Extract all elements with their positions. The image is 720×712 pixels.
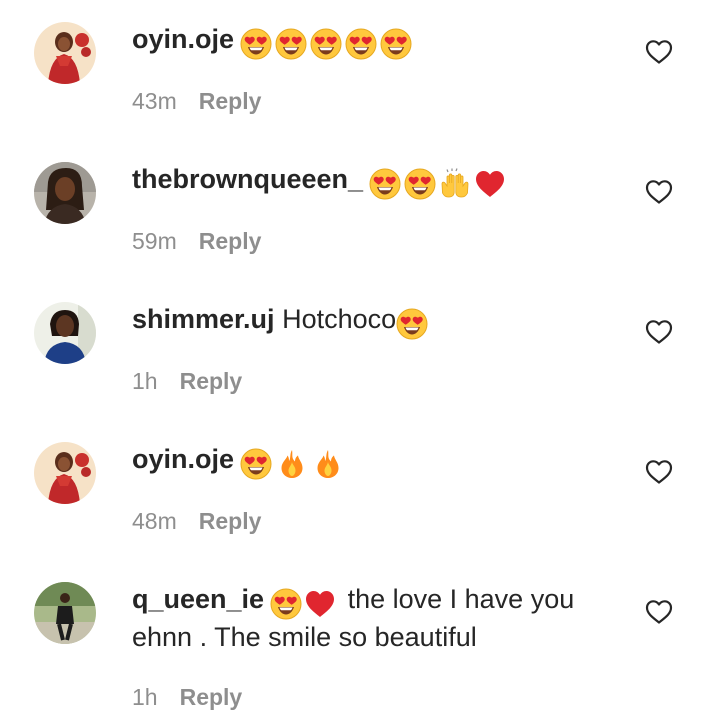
raised-hands-emoji: [439, 168, 471, 200]
like-button[interactable]: [645, 179, 673, 205]
heart-eyes-emoji: [240, 448, 272, 480]
emoji-group: [240, 448, 344, 480]
reply-button[interactable]: Reply: [199, 508, 262, 534]
heart-eyes-emoji: [404, 168, 436, 200]
comment-text: oyin.oje: [132, 22, 602, 60]
comment-timestamp: 43m: [132, 88, 177, 114]
heart-outline-icon: [645, 40, 673, 64]
heart-eyes-emoji: [275, 28, 307, 60]
avatar-image: [34, 582, 96, 644]
comment-timestamp: 1h: [132, 684, 158, 710]
avatar-image: [34, 22, 96, 84]
comment-text: oyin.oje: [132, 442, 602, 480]
emoji-group: [270, 588, 336, 620]
comment-body: Hotchoco: [282, 304, 397, 334]
reply-button[interactable]: Reply: [199, 88, 262, 114]
emoji-group: [369, 168, 506, 200]
comment-item: q_ueen_ie the love I have you ehnn . The…: [0, 560, 720, 712]
avatar-image: [34, 302, 96, 364]
heart-outline-icon: [645, 180, 673, 204]
comment-text: q_ueen_ie the love I have you ehnn . The…: [132, 582, 602, 655]
comment-text: thebrownqueeen_: [132, 162, 602, 200]
emoji-group: [396, 308, 428, 340]
comment-item: oyin.oje 48m Reply: [0, 420, 720, 560]
comment-username[interactable]: oyin.oje: [132, 24, 234, 54]
avatar-oyin-oje[interactable]: [34, 22, 96, 84]
reply-button[interactable]: Reply: [199, 228, 262, 254]
avatar-q-ueen-ie[interactable]: [34, 582, 96, 644]
heart-eyes-emoji: [310, 28, 342, 60]
heart-eyes-emoji: [270, 588, 302, 620]
reply-button[interactable]: Reply: [180, 368, 243, 394]
avatar-shimmer-uj[interactable]: [34, 302, 96, 364]
comment-meta: 48m Reply: [132, 508, 261, 534]
emoji-group: [240, 28, 412, 60]
comment-timestamp: 48m: [132, 508, 177, 534]
red-heart-emoji: [304, 588, 336, 620]
avatar-oyin-oje[interactable]: [34, 442, 96, 504]
comment-timestamp: 1h: [132, 368, 158, 394]
avatar-image: [34, 162, 96, 224]
heart-eyes-emoji: [369, 168, 401, 200]
like-button[interactable]: [645, 459, 673, 485]
comment-meta: 43m Reply: [132, 88, 261, 114]
like-button[interactable]: [645, 599, 673, 625]
heart-outline-icon: [645, 600, 673, 624]
comment-item: shimmer.uj Hotchoco 1h Reply: [0, 280, 720, 420]
comment-item: oyin.oje 43m Reply: [0, 0, 720, 140]
comment-meta: 1h Reply: [132, 684, 242, 710]
reply-button[interactable]: Reply: [180, 684, 243, 710]
comment-username[interactable]: shimmer.uj: [132, 304, 275, 334]
red-heart-emoji: [474, 168, 506, 200]
heart-eyes-emoji: [240, 28, 272, 60]
comment-item: thebrownqueeen_ 59m Reply: [0, 140, 720, 280]
avatar-thebrownqueeen[interactable]: [34, 162, 96, 224]
heart-eyes-emoji: [396, 308, 428, 340]
heart-eyes-emoji: [345, 28, 377, 60]
comment-timestamp: 59m: [132, 228, 177, 254]
fire-emoji: [312, 448, 344, 480]
fire-emoji: [276, 448, 308, 480]
comment-username[interactable]: oyin.oje: [132, 444, 234, 474]
like-button[interactable]: [645, 39, 673, 65]
avatar-image: [34, 442, 96, 504]
comment-text: shimmer.uj Hotchoco: [132, 302, 602, 340]
heart-outline-icon: [645, 460, 673, 484]
heart-outline-icon: [645, 320, 673, 344]
comment-username[interactable]: thebrownqueeen_: [132, 164, 363, 194]
like-button[interactable]: [645, 319, 673, 345]
comment-meta: 59m Reply: [132, 228, 261, 254]
comment-meta: 1h Reply: [132, 368, 242, 394]
heart-eyes-emoji: [380, 28, 412, 60]
comment-username[interactable]: q_ueen_ie: [132, 584, 264, 614]
